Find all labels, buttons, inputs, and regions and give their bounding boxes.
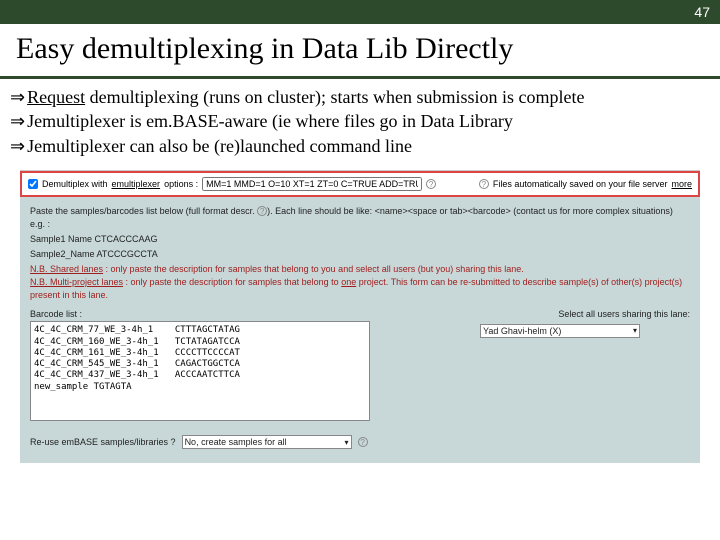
bullet-1: ⇒ Request demultiplexing (runs on cluste… [10,85,710,109]
help-icon[interactable]: ? [426,179,436,189]
barcode-panel: Paste the samples/barcodes list below (f… [20,197,700,463]
demux-tool-link[interactable]: emultiplexer [112,179,161,189]
bullet-3-text: Jemultiplexer can also be (re)launched c… [27,134,412,158]
user-select[interactable]: Yad Ghavi-helm (X) ▾ [480,324,640,338]
title-row: Easy demultiplexing in Data Lib Directly [0,24,720,76]
chevron-down-icon: ▾ [345,437,349,449]
bullet-1-underline: Request [27,87,85,107]
bullet-2: ⇒ Jemultiplexer is em.BASE-aware (ie whe… [10,109,710,133]
user-select-label: Select all users sharing this lane: [480,308,690,321]
user-select-value: Yad Ghavi-helm (X) [483,325,561,338]
more-link[interactable]: more [671,179,692,189]
arrow-icon: ⇒ [10,109,25,133]
bullet-1-text: demultiplexing (runs on cluster); starts… [85,87,584,107]
barcode-textarea[interactable] [30,321,370,421]
bullet-3: ⇒ Jemultiplexer can also be (re)launched… [10,134,710,158]
help-icon[interactable]: ? [479,179,489,189]
sample-example-2: Sample2_Name ATCCCGCCTA [30,248,690,261]
nb-shared: N.B. Shared lanes : only paste the descr… [30,263,690,276]
barcode-list-label: Barcode list : [30,308,450,321]
arrow-icon: ⇒ [10,134,25,158]
reuse-label: Re-use emBASE samples/libraries ? [30,436,176,449]
embedded-screenshot: Demultiplex with emultiplexer options : … [20,170,700,463]
paste-description: Paste the samples/barcodes list below (f… [30,205,690,231]
bullet-2-text: Jemultiplexer is em.BASE-aware (ie where… [27,109,513,133]
demultiplex-row: Demultiplex with emultiplexer options : … [20,171,700,197]
help-icon[interactable]: ? [358,437,368,447]
bullet-list: ⇒ Request demultiplexing (runs on cluste… [0,79,720,162]
sample-example-1: Sample1 Name CTCACCCAAG [30,233,690,246]
arrow-icon: ⇒ [10,85,25,109]
demultiplex-checkbox[interactable] [28,179,38,189]
reuse-row: Re-use emBASE samples/libraries ? No, cr… [30,435,690,449]
header-bar: 47 [0,0,720,24]
slide-title: Easy demultiplexing in Data Lib Directly [16,32,704,66]
demux-tail: Files automatically saved on your file s… [493,179,668,189]
chevron-down-icon: ▾ [633,325,637,337]
page-number: 47 [694,4,710,20]
demux-options-input[interactable] [202,177,422,191]
reuse-select[interactable]: No, create samples for all ▾ [182,435,352,449]
demux-mid: options : [164,179,198,189]
help-icon[interactable]: ? [257,206,267,216]
demux-prefix: Demultiplex with [42,179,108,189]
nb-multi: N.B. Multi-project lanes : only paste th… [30,276,690,302]
reuse-select-value: No, create samples for all [185,436,287,449]
